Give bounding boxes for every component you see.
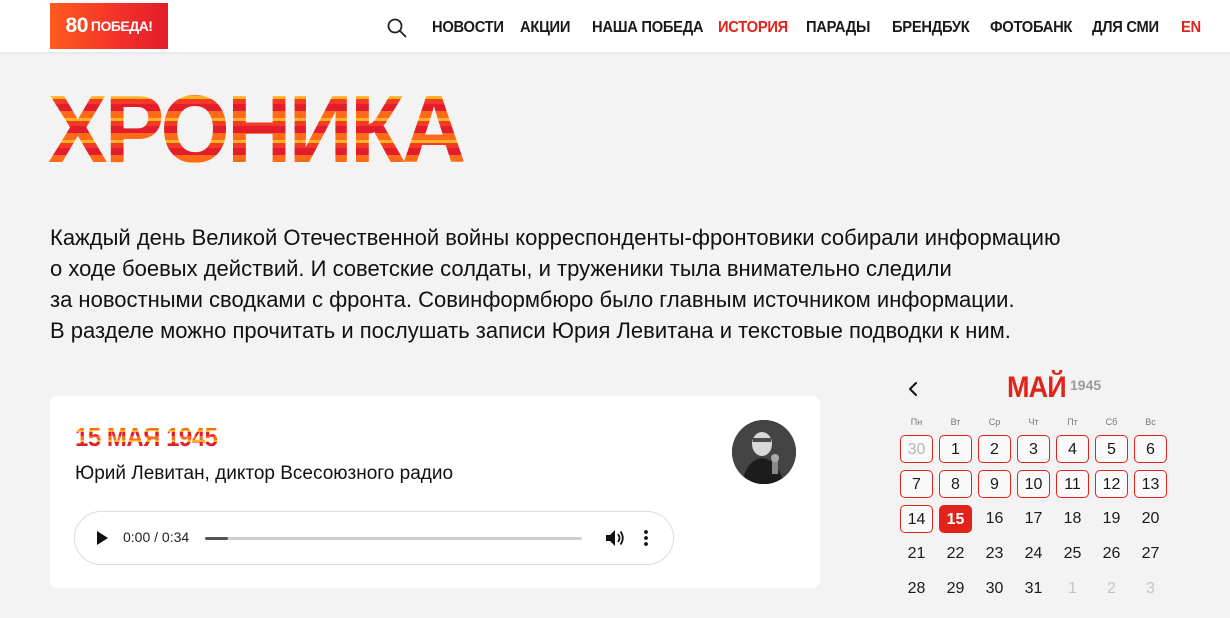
calendar-day: 28	[907, 580, 926, 597]
volume-icon[interactable]	[605, 529, 625, 547]
calendar-day[interactable]: 10	[1017, 470, 1050, 498]
logo-text: ПОБЕДА!	[90, 18, 153, 34]
calendar-day[interactable]: 14	[900, 505, 933, 533]
calendar-day[interactable]: 1	[939, 435, 972, 463]
intro-line: В разделе можно прочитать и послушать за…	[50, 318, 1011, 343]
calendar-day: 29	[946, 580, 965, 597]
calendar-day: 25	[1063, 545, 1082, 562]
calendar-day[interactable]: 13	[1134, 470, 1167, 498]
language-switch-en[interactable]: EN	[1181, 19, 1201, 37]
calendar-day: 31	[1024, 580, 1043, 597]
nav-item-news[interactable]: НОВОСТИ	[432, 19, 504, 37]
calendar-weekday: Сб	[1105, 417, 1118, 427]
nav-item-brandbook[interactable]: БРЕНДБУК	[892, 19, 970, 37]
calendar-day: 24	[1024, 545, 1043, 562]
calendar-day[interactable]: 2	[978, 435, 1011, 463]
intro-text: Каждый день Великой Отечественной войны …	[50, 222, 1190, 346]
calendar-weekday: Чт	[1028, 417, 1039, 427]
portrait-photo	[732, 420, 796, 484]
calendar-day: 22	[946, 545, 965, 562]
chevron-left-icon[interactable]	[903, 378, 923, 400]
calendar-day: 26	[1102, 545, 1121, 562]
audio-progress[interactable]	[205, 537, 582, 540]
calendar-day: 17	[1024, 510, 1043, 527]
audio-time: 0:00 / 0:34	[123, 529, 190, 545]
calendar-weekday: Пт	[1067, 417, 1078, 427]
card-author: Юрий Левитан, диктор Всесоюзного радио	[75, 463, 454, 484]
calendar-day: 1	[1068, 580, 1077, 597]
intro-line: Каждый день Великой Отечественной войны …	[50, 225, 1061, 250]
card-date: 15 МАЯ 1945	[75, 422, 218, 452]
nav-item-our-victory[interactable]: НАША ПОБЕДА	[592, 19, 704, 37]
nav-item-press[interactable]: ДЛЯ СМИ	[1092, 19, 1159, 37]
chronicle-card: 15 МАЯ 1945 Юрий Левитан, диктор Всесоюз…	[50, 396, 820, 588]
audio-player: 0:00 / 0:34	[74, 511, 674, 565]
calendar-day[interactable]: 12	[1095, 470, 1128, 498]
calendar-day[interactable]: 3	[1017, 435, 1050, 463]
more-options-icon[interactable]	[641, 528, 651, 548]
calendar-day: 16	[985, 510, 1004, 527]
calendar-day: 19	[1102, 510, 1121, 527]
nav-item-actions[interactable]: АКЦИИ	[520, 19, 570, 37]
logo-number: 80	[65, 14, 89, 37]
avatar	[732, 420, 796, 484]
intro-line: о ходе боевых действий. И советские солд…	[50, 256, 952, 281]
calendar-weekday: Ср	[988, 417, 1001, 427]
calendar-day[interactable]: 30	[900, 435, 933, 463]
calendar-year: 1945	[1070, 377, 1102, 393]
calendar-day: 23	[985, 545, 1004, 562]
site-header: 80 ПОБЕДА! НОВОСТИ АКЦИИ НАША ПОБЕДА ИСТ…	[0, 0, 1230, 52]
calendar-day[interactable]: 7	[900, 470, 933, 498]
calendar-day: 18	[1063, 510, 1082, 527]
nav-item-parades[interactable]: ПАРАДЫ	[806, 19, 870, 37]
calendar-day[interactable]: 4	[1056, 435, 1089, 463]
calendar-day: 3	[1146, 580, 1155, 597]
nav-item-history[interactable]: ИСТОРИЯ	[718, 19, 788, 37]
search-icon[interactable]	[386, 17, 408, 39]
audio-progress-fill	[205, 537, 228, 540]
calendar-day: 27	[1141, 545, 1160, 562]
intro-line: за новостными сводками с фронта. Совинфо…	[50, 287, 1015, 312]
calendar-day: 2	[1107, 580, 1116, 597]
calendar-day[interactable]: 8	[939, 470, 972, 498]
play-icon[interactable]	[97, 531, 108, 545]
calendar-day[interactable]: 11	[1056, 470, 1089, 498]
calendar-day[interactable]: 6	[1134, 435, 1167, 463]
calendar-day: 21	[907, 545, 926, 562]
calendar-month: МАЙ	[1007, 371, 1067, 404]
calendar-day-selected[interactable]: 15	[939, 505, 972, 533]
calendar-day[interactable]: 9	[978, 470, 1011, 498]
page-title: ХРОНИКА	[48, 76, 466, 183]
calendar-day[interactable]: 5	[1095, 435, 1128, 463]
calendar-weekday: Вт	[950, 417, 961, 427]
site-logo[interactable]: 80 ПОБЕДА!	[50, 3, 168, 49]
nav-item-photobank[interactable]: ФОТОБАНК	[990, 19, 1072, 37]
calendar-weekday: Вс	[1145, 417, 1156, 427]
calendar-day: 20	[1141, 510, 1160, 527]
calendar-weekday: Пн	[910, 417, 923, 427]
calendar-day: 30	[985, 580, 1004, 597]
